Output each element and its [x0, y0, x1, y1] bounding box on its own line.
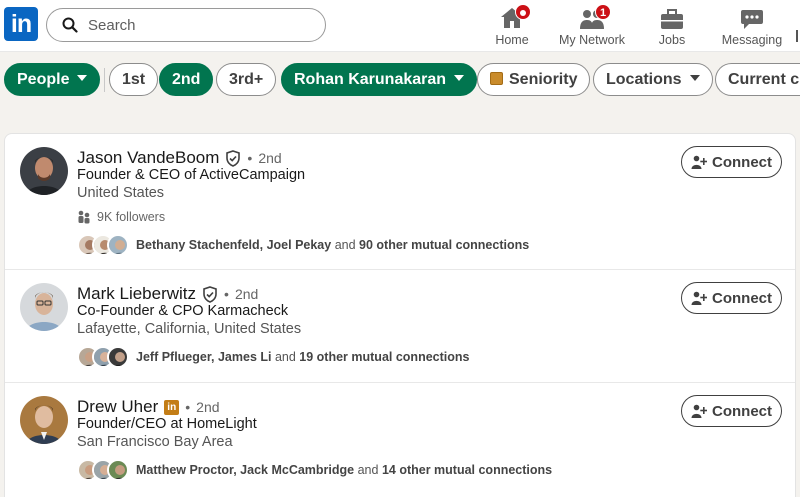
result-item: Drew Uher in • 2nd Founder/CEO at HomeLi…	[5, 383, 795, 497]
filter-people[interactable]: People	[4, 63, 101, 96]
connect-label: Connect	[712, 153, 772, 171]
mutual-text: Bethany Stachenfeld, Joel Pekay and 90 o…	[136, 238, 529, 252]
connect-button[interactable]: Connect	[681, 395, 782, 427]
result-name-line: Drew Uher in • 2nd	[77, 397, 220, 417]
filter-label: Seniority	[509, 71, 578, 88]
filter-divider	[104, 68, 105, 92]
nav-home[interactable]: Home	[467, 4, 557, 47]
filter-1st[interactable]: 1st	[109, 63, 159, 96]
connection-degree: 2nd	[196, 399, 220, 415]
filter-label: Rohan Karunakaran	[294, 71, 447, 88]
connect-button[interactable]: Connect	[681, 146, 782, 178]
global-nav: in Search Home 1 My Network Jobs Messagi…	[0, 0, 800, 52]
mutual-avatar	[107, 234, 129, 256]
filter-label: Current c	[728, 71, 800, 88]
separator-dot: •	[247, 150, 253, 166]
nav-label: Home	[495, 33, 529, 47]
filter-current-company[interactable]: Current c	[715, 63, 800, 96]
nav-messaging[interactable]: Messaging	[707, 4, 797, 47]
verified-shield-icon	[225, 149, 241, 167]
followers-count: 9K followers	[97, 210, 166, 224]
filter-label: People	[17, 71, 70, 88]
person-name[interactable]: Jason VandeBoom	[77, 148, 219, 168]
filter-label: 1st	[122, 71, 146, 88]
filter-label: 3rd+	[229, 71, 264, 88]
mutual-and: and	[331, 238, 360, 252]
connect-label: Connect	[712, 402, 772, 420]
mutual-count: 19 other mutual connections	[299, 350, 470, 364]
search-placeholder: Search	[88, 16, 136, 34]
search-results-list: Jason VandeBoom • 2nd Founder & CEO of A…	[4, 133, 796, 497]
briefcase-icon	[661, 9, 683, 29]
mutual-connections[interactable]: Bethany Stachenfeld, Joel Pekay and 90 o…	[77, 234, 529, 256]
avatar[interactable]	[20, 147, 68, 195]
nav-label: Jobs	[658, 33, 686, 47]
person-headline: Founder/CEO at HomeLight	[77, 416, 257, 432]
mutual-avatar	[107, 459, 129, 481]
connection-degree: 2nd	[258, 150, 282, 166]
filter-2nd[interactable]: 2nd	[159, 63, 214, 96]
connect-button[interactable]: Connect	[681, 282, 782, 314]
caret-down-icon	[77, 75, 88, 82]
filter-seniority[interactable]: Seniority	[477, 63, 591, 96]
mutual-connections[interactable]: Jeff Pflueger, James Li and 19 other mut…	[77, 346, 469, 368]
mutual-names: Jeff Pflueger, James Li	[136, 350, 272, 364]
nav-overflow	[796, 30, 800, 42]
filter-label: Locations	[606, 71, 682, 88]
filter-label: 2nd	[172, 71, 201, 88]
verified-shield-icon	[202, 285, 218, 303]
mutual-avatar	[107, 346, 129, 368]
connection-degree: 2nd	[234, 286, 259, 302]
add-person-icon	[691, 155, 707, 169]
filter-connection-of[interactable]: Rohan Karunakaran	[281, 63, 478, 96]
mutual-text: Matthew Proctor, Jack McCambridge and 14…	[136, 463, 552, 477]
search-input[interactable]: Search	[46, 8, 326, 42]
result-item: Jason VandeBoom • 2nd Founder & CEO of A…	[5, 134, 795, 270]
premium-icon	[490, 71, 503, 85]
result-name-line: Jason VandeBoom • 2nd	[77, 148, 282, 168]
result-item: Mark Lieberwitz • 2nd Co-Founder & CPO K…	[5, 270, 795, 383]
separator-dot: •	[185, 399, 191, 415]
mutual-text: Jeff Pflueger, James Li and 19 other mut…	[136, 350, 469, 364]
nav-my-network[interactable]: 1 My Network	[547, 4, 637, 47]
notification-dot	[515, 4, 531, 20]
linkedin-premium-icon: in	[164, 399, 180, 415]
mutual-connections[interactable]: Matthew Proctor, Jack McCambridge and 14…	[77, 459, 552, 481]
mutual-and: and	[354, 463, 382, 477]
nav-jobs[interactable]: Jobs	[627, 4, 717, 47]
filter-3rd[interactable]: 3rd+	[216, 63, 277, 96]
search-icon	[62, 17, 78, 33]
mutual-count: 14 other mutual connections	[381, 463, 553, 477]
separator-dot: •	[224, 286, 229, 302]
mutual-names: Matthew Proctor, Jack McCambridge	[136, 463, 355, 477]
person-name[interactable]: Drew Uher	[77, 397, 158, 417]
caret-down-icon	[454, 75, 465, 82]
person-headline: Founder & CEO of ActiveCampaign	[77, 167, 306, 183]
mutual-names: Bethany Stachenfeld, Joel Pekay	[136, 238, 332, 252]
filter-locations[interactable]: Locations	[593, 63, 713, 96]
avatar[interactable]	[20, 283, 68, 331]
person-headline: Co-Founder & CPO Karmacheck	[77, 303, 289, 319]
messaging-icon	[741, 10, 763, 29]
person-name[interactable]: Mark Lieberwitz	[77, 284, 196, 304]
caret-down-icon	[689, 75, 700, 82]
nav-label: Messaging	[721, 33, 783, 47]
person-location: San Francisco Bay Area	[77, 434, 233, 450]
nav-label: My Network	[559, 33, 625, 47]
notification-badge: 1	[595, 4, 611, 20]
avatar[interactable]	[20, 396, 68, 444]
people-icon	[78, 210, 90, 224]
add-person-icon	[691, 404, 707, 418]
mutual-and: and	[271, 350, 300, 364]
followers-info: 9K followers	[77, 210, 165, 224]
person-location: United States	[77, 185, 165, 201]
mutual-count: 90 other mutual connections	[359, 238, 530, 252]
search-filters: People 1st 2nd 3rd+ Rohan Karunakaran Se…	[0, 60, 800, 100]
result-name-line: Mark Lieberwitz • 2nd	[77, 284, 258, 304]
add-person-icon	[691, 291, 707, 305]
person-location: Lafayette, California, United States	[77, 321, 302, 337]
connect-label: Connect	[712, 289, 772, 307]
linkedin-logo[interactable]: in	[4, 7, 38, 41]
